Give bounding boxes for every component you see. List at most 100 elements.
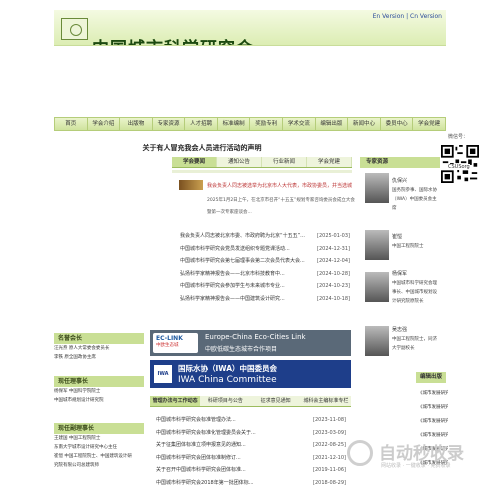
news-date: [2024-12-04] — [317, 258, 350, 264]
sidebar-line[interactable]: 王建国 中国工程院院士 — [54, 434, 144, 443]
nav-item-editorial[interactable]: 编辑出版 — [316, 118, 349, 130]
news-date: [2024-10-28] — [317, 270, 350, 277]
list-item[interactable]: 关于召开中国城市科学研究会团体标准... [2019-11-06] — [156, 464, 346, 477]
sidebar-line[interactable]: 杨保军 中国科学院院士 — [54, 387, 144, 396]
expert-desc: 中国城市科学研究会理事长、中国城市规划设计研究院原院长 — [392, 281, 437, 304]
editorial-heading: 编辑出版 — [416, 372, 446, 383]
sidebar-line[interactable]: 崔愷 中国工程院院士、中国建筑设计研 — [54, 452, 144, 461]
lead-news-thumbnail[interactable] — [179, 180, 203, 190]
lead-news-title[interactable]: 我会负责人同志被选举为北京市人大代表，市政协委员，并当选城市科学研究会理事会 — [207, 182, 352, 189]
tab-management[interactable]: 管理办法与工作动态 — [150, 396, 201, 406]
list-item[interactable]: 中国城市科学研究会团体标准制修订... [2021-12-10] — [156, 452, 346, 465]
news-title[interactable]: 中国城市科学研究会参加学生与未来城市专业... — [180, 280, 285, 293]
list-item[interactable]: 弘扬科学家精神报告会——中国建筑设计研究... [2024-10-18] — [180, 293, 350, 306]
vice-president-box: 现任副理事长 王建国 中国工程院院士 东南大学城市设计研究中心主任 崔愷 中国工… — [54, 423, 144, 470]
language-switch[interactable]: En Version | Cn Version — [373, 13, 442, 20]
news-list: 我会负责人同志被北京市委、市政府聘为北京“十五五”... [2025-01-03]… — [180, 230, 350, 305]
nav-item-awards[interactable]: 奖励专利 — [250, 118, 284, 130]
list-item[interactable]: 弘扬科学家精神报告会——北京市科技教育中... [2024-10-28] — [180, 268, 350, 281]
tab-society-news[interactable]: 学会要闻 — [172, 157, 217, 167]
president-heading: 现任理事长 — [54, 376, 144, 387]
list-item[interactable]: 关于征集团体标准立项申报意见的通知... [2022-08-25] — [156, 439, 346, 452]
news-tabs: 学会要闻 通知公告 行业新闻 学会党建 — [172, 157, 352, 168]
iwa-banner-english: IWA China Committee — [178, 375, 277, 385]
lead-news-summary: 2025年1月2日上午，在北京市召开“十五五”规划专家咨询委员会成立大会暨第一次… — [207, 198, 355, 215]
announcement-link[interactable]: 关于有人冒充我会人员进行活动的声明 — [54, 143, 350, 153]
list-item[interactable]: 中国城市科学研究会2018年第一批团体标... [2018-08-29] — [156, 477, 346, 490]
news-title[interactable]: 弘扬科学家精神报告会——中国建筑设计研究... — [180, 293, 285, 306]
standards-date: [2021-12-10] — [313, 454, 346, 461]
expert-desc: 中国工程院院士 — [392, 244, 424, 249]
list-item[interactable]: 中国城市科学研究会第七届理事会第二次会员代表大会... [2024-12-04] — [180, 255, 350, 268]
standards-date: [2018-08-29] — [313, 479, 346, 486]
nav-item-party[interactable]: 学会党建 — [413, 118, 445, 130]
standards-date: [2023-03-09] — [313, 429, 346, 436]
sidebar-line[interactable]: 东南大学城市设计研究中心主任 — [54, 443, 144, 452]
president-box: 现任理事长 杨保军 中国科学院院士 中国城市规划设计研究院 — [54, 376, 144, 405]
nav-item-home[interactable]: 首页 — [55, 118, 88, 130]
list-item[interactable]: 中国城市科学研究会参加学生与未来城市专业... [2024-10-23] — [180, 280, 350, 293]
eco-banner-chinese: 中欧低碳生态城市合作项目 — [205, 346, 278, 353]
site-header: 中国城市科学研究会 En Version | Cn Version — [54, 10, 446, 46]
sidebar-line[interactable]: 究院有限公司总建筑师 — [54, 461, 144, 470]
news-date: [2024-12-31] — [317, 245, 350, 252]
eco-banner-english: Europe-China Eco-Cities Link — [205, 333, 306, 341]
standards-title[interactable]: 关于征集团体标准立项申报意见的通知... — [156, 439, 246, 452]
nav-item-standards[interactable]: 标准编制 — [218, 118, 251, 130]
expert-name[interactable]: 吴志强 — [392, 326, 407, 333]
ec-link-logo-text: EC-LINK — [156, 335, 183, 342]
news-date: [2025-01-03] — [317, 233, 350, 239]
society-logo[interactable] — [61, 18, 88, 40]
expert-name[interactable]: 仇保兴 — [392, 177, 407, 184]
nav-item-publications[interactable]: 出版物 — [120, 118, 153, 130]
tab-industry-news[interactable]: 行业新闻 — [262, 157, 307, 167]
editorial-item[interactable]: 《城市发展研究》2024年第12期目录 — [418, 387, 448, 401]
news-divider — [172, 170, 352, 173]
standards-title[interactable]: 中国城市科学研究会标准化管理委员会关于... — [156, 427, 256, 440]
nav-item-members[interactable]: 委员中心 — [381, 118, 414, 130]
standards-date: [2023-11-08] — [313, 417, 346, 423]
expert-desc: 中国工程院院士，同济大学副校长 — [392, 337, 437, 351]
news-title[interactable]: 中国城市科学研究会党员发送组织专题党课活动... — [180, 243, 290, 256]
watermark-logo-icon — [347, 440, 373, 466]
list-item[interactable]: 中国城市科学研究会党员发送组织专题党课活动... [2024-12-31] — [180, 243, 350, 256]
experts-heading: 专家资源 — [360, 157, 440, 168]
sidebar-line[interactable]: 中国城市规划设计研究院 — [54, 396, 144, 405]
eco-cities-banner[interactable]: EC-LINK 中欧生态城 Europe-China Eco-Cities Li… — [150, 330, 351, 356]
tab-notices[interactable]: 通知公告 — [217, 157, 262, 167]
list-item[interactable]: 中国城市科学研究会标准化管理委员会关于... [2023-03-09] — [156, 427, 346, 440]
expert-desc: 国务院参事、国际水协（IWA）中国委员会主席 — [392, 188, 437, 211]
standards-date: [2019-11-06] — [313, 467, 346, 473]
expert-name[interactable]: 崔愷 — [392, 233, 402, 240]
nav-item-recruit[interactable]: 人才招聘 — [185, 118, 218, 130]
news-title[interactable]: 我会负责人同志被北京市委、市政府聘为北京“十五五”... — [180, 230, 305, 243]
news-title[interactable]: 中国城市科学研究会第七届理事会第二次会员代表大会... — [180, 255, 305, 268]
list-item[interactable]: 我会负责人同志被北京市委、市政府聘为北京“十五五”... [2025-01-03] — [180, 230, 350, 243]
iwa-china-banner[interactable]: IWA 国际水协（IWA）中国委员会 IWA China Committee — [150, 360, 351, 388]
sidebar-line[interactable]: 李铁 原全国政协主席 — [54, 353, 144, 362]
standards-title[interactable]: 关于召开中国城市科学研究会团体标准... — [156, 464, 246, 477]
tab-consultation[interactable]: 征求意见通知 — [251, 396, 301, 406]
nav-item-about[interactable]: 学会介绍 — [88, 118, 121, 130]
sidebar-line[interactable]: 汪光焘 原人大常委会委员长 — [54, 344, 144, 353]
iwa-logo: IWA — [154, 365, 172, 383]
list-item[interactable]: 中国城市科学研究会标准管理办法... [2023-11-08] — [156, 414, 346, 427]
tab-projects[interactable]: 科研项目与公告 — [200, 396, 250, 406]
standards-tabs: 管理办法与工作动态 科研项目与公告 征求意见通知 城科会主编标准专栏 — [150, 396, 351, 407]
nav-item-experts[interactable]: 专家资源 — [153, 118, 186, 130]
standards-list: 中国城市科学研究会标准管理办法... [2023-11-08] 中国城市科学研究会… — [156, 414, 346, 489]
standards-title[interactable]: 中国城市科学研究会团体标准制修订... — [156, 452, 241, 465]
iwa-banner-chinese: 国际水协（IWA）中国委员会 — [178, 364, 278, 373]
nav-item-academic[interactable]: 学术交流 — [283, 118, 316, 130]
standards-title[interactable]: 中国城市科学研究会标准管理办法... — [156, 414, 236, 427]
tab-party[interactable]: 学会党建 — [307, 157, 352, 167]
vice-president-heading: 现任副理事长 — [54, 423, 144, 434]
news-title[interactable]: 弘扬科学家精神报告会——北京市科技教育中... — [180, 268, 285, 281]
editorial-item[interactable]: 《城市发展研究》2024年第11期目录 — [418, 401, 448, 415]
expert-name[interactable]: 杨保军 — [392, 270, 407, 277]
nav-item-news[interactable]: 新闻中心 — [348, 118, 381, 130]
editorial-item[interactable]: 《城市发展研究》2024年第10期目录 — [418, 415, 448, 429]
standards-title[interactable]: 中国城市科学研究会2018年第一批团体标... — [156, 477, 254, 490]
site-title: 中国城市科学研究会 — [92, 34, 254, 45]
tab-standards-column[interactable]: 城科会主编标准专栏 — [301, 396, 351, 406]
